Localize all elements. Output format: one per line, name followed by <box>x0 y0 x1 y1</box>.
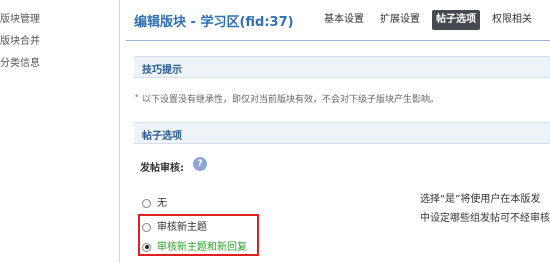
radio-option-none[interactable]: 无 <box>142 194 167 209</box>
tips-title: 技巧提示 <box>142 65 182 76</box>
tab-extended-settings[interactable]: 扩展设置 <box>376 10 424 30</box>
sidebar: 版块管理 版块合并 分类信息 <box>0 0 118 263</box>
post-options-title: 帖子选项 <box>142 131 182 142</box>
post-options-section-header: 帖子选项 <box>134 122 550 144</box>
header-divider <box>126 40 550 41</box>
radio-button-none[interactable] <box>142 198 151 208</box>
tab-permissions[interactable]: 权限相关 <box>488 10 536 30</box>
tips-section-header: 技巧提示 <box>134 56 550 78</box>
tip-text: 以下设置没有继承性，即仅对当前版块有效，不会对下级子版块产生影响。 <box>142 95 440 105</box>
highlight-annotation-box <box>138 214 259 256</box>
sidebar-item-forum-merge[interactable]: 版块合并 <box>0 32 40 47</box>
tab-post-options[interactable]: 帖子选项 <box>432 10 480 30</box>
tip-bullet-icon: • <box>134 92 140 102</box>
help-icon[interactable]: ? <box>193 157 207 171</box>
post-review-label: 发帖审核: <box>140 163 184 174</box>
review-description-line-2: 中设定哪些组发帖可不经审核 <box>420 213 550 224</box>
page-title: 编辑版块 - 学习区(fid:37) <box>134 15 294 30</box>
sidebar-item-thread-types[interactable]: 分类信息 <box>0 54 40 69</box>
tab-basic-settings[interactable]: 基本设置 <box>320 10 368 30</box>
sidebar-item-forum-manage[interactable]: 版块管理 <box>0 10 40 25</box>
radio-label-none: 无 <box>157 198 167 209</box>
review-description-line-1: 选择“是”将使用户在本版发 <box>420 194 541 205</box>
